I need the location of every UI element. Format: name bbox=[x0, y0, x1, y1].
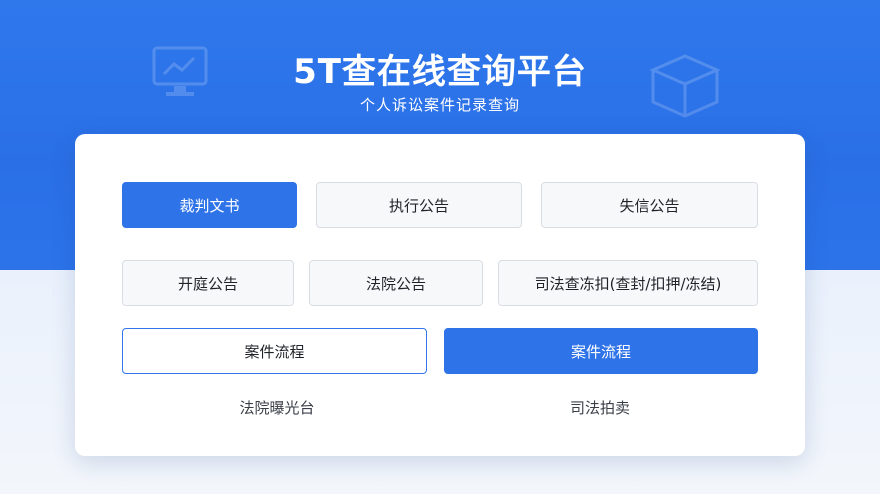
case-process-outline-button[interactable]: 案件流程 bbox=[122, 328, 427, 374]
court-session-notice-button[interactable]: 开庭公告 bbox=[122, 260, 294, 306]
court-exposure-link[interactable]: 法院曝光台 bbox=[222, 397, 332, 418]
enforcement-notice-button[interactable]: 执行公告 bbox=[316, 182, 522, 228]
dishonesty-notice-button[interactable]: 失信公告 bbox=[541, 182, 758, 228]
court-notice-button[interactable]: 法院公告 bbox=[309, 260, 483, 306]
query-card: 裁判文书 执行公告 失信公告 开庭公告 法院公告 司法查冻扣(查封/扣押/冻结)… bbox=[75, 134, 805, 456]
page-subtitle: 个人诉讼案件记录查询 bbox=[359, 96, 520, 114]
page-title: 5T查在线查询平台 bbox=[293, 52, 587, 92]
judicial-freeze-button[interactable]: 司法查冻扣(查封/扣押/冻结) bbox=[498, 260, 758, 306]
judicial-auction-link[interactable]: 司法拍卖 bbox=[545, 397, 655, 418]
judgment-documents-button[interactable]: 裁判文书 bbox=[122, 182, 297, 228]
case-process-primary-button[interactable]: 案件流程 bbox=[444, 328, 758, 374]
